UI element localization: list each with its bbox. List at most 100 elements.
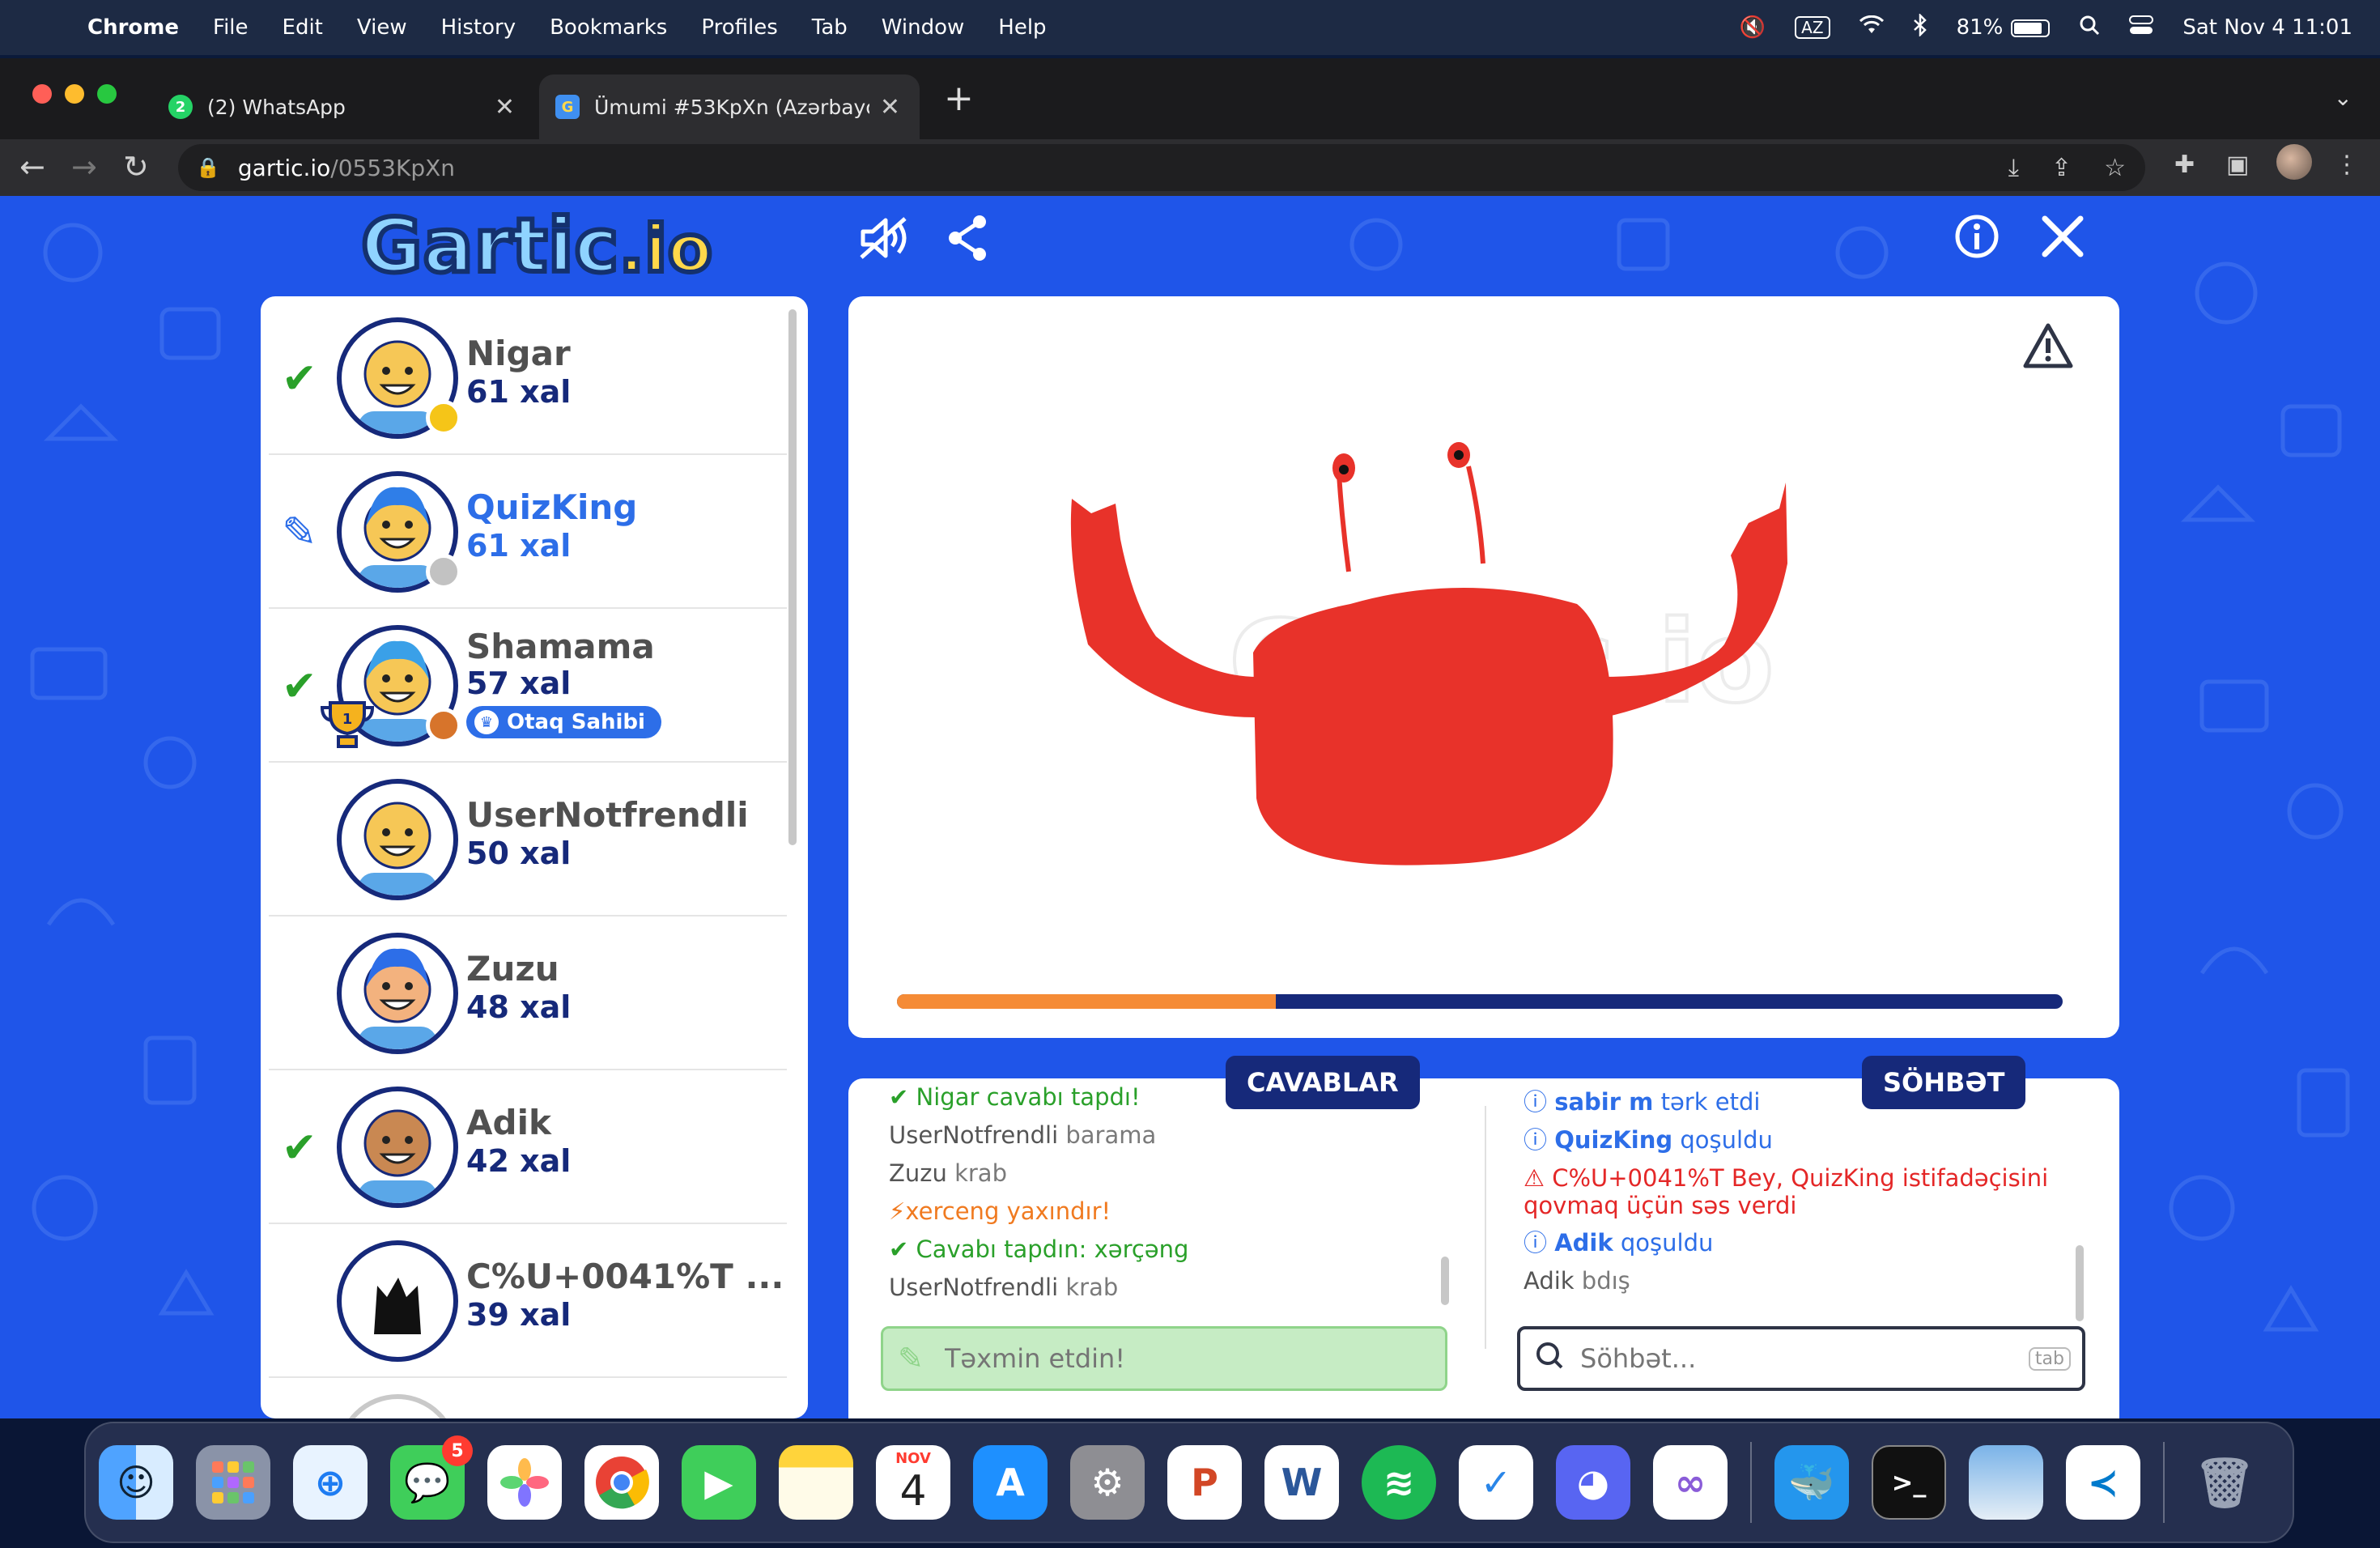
- player-row[interactable]: C%U+0041%T ... 39 xal: [269, 1224, 787, 1378]
- system-settings-gear-icon[interactable]: ⚙: [1070, 1445, 1145, 1520]
- spotify-icon[interactable]: ≋: [1362, 1445, 1436, 1520]
- menu-help[interactable]: Help: [998, 15, 1046, 40]
- menu-window[interactable]: Window: [882, 15, 965, 40]
- lock-icon[interactable]: 🔒: [196, 156, 220, 179]
- facetime-icon[interactable]: ▶: [682, 1445, 756, 1520]
- answers-feed[interactable]: ✔ Nigar cavabı tapdı! UserNotfrendli bara…: [889, 1078, 1456, 1307]
- extensions-puzzle-icon[interactable]: ✚: [2174, 151, 2195, 179]
- message-author: Adik: [1524, 1267, 1575, 1295]
- chrome-icon[interactable]: [584, 1445, 659, 1520]
- player-points: 57 xal: [466, 666, 572, 701]
- photos-icon[interactable]: [487, 1445, 562, 1520]
- player-avatar[interactable]: [337, 1087, 458, 1208]
- player-avatar[interactable]: [337, 779, 458, 900]
- player-list[interactable]: ✔ Nigar 61 xal ✎ QuizKing 61 xal ✔ 1 Shamama 57 x…: [261, 296, 808, 1418]
- sound-muted-icon[interactable]: [858, 214, 910, 266]
- player-avatar[interactable]: [337, 1240, 458, 1362]
- mute-icon[interactable]: 🔇: [1740, 15, 1766, 40]
- new-tab-plus-icon[interactable]: +: [944, 78, 974, 119]
- discord-icon[interactable]: ◕: [1556, 1445, 1630, 1520]
- reload-icon[interactable]: ↻: [123, 149, 149, 185]
- control-center-icon[interactable]: [2129, 15, 2154, 40]
- menu-profiles[interactable]: Profiles: [701, 15, 777, 40]
- share-icon[interactable]: ⇪: [2051, 154, 2072, 182]
- address-bar[interactable]: 🔒 gartic.io/0553KpXn ⤓ ⇪ ☆: [178, 144, 2145, 191]
- window-close-button[interactable]: [32, 84, 52, 104]
- chat-input[interactable]: [1580, 1343, 2082, 1374]
- tab-title: (2) WhatsApp: [207, 95, 346, 119]
- message-author: C%U+0041%T Bey: [1552, 1164, 1776, 1192]
- bluetooth-icon[interactable]: [1913, 12, 1927, 42]
- close-tab-icon[interactable]: ✕: [495, 93, 515, 121]
- battery-status[interactable]: 81%: [1957, 15, 2051, 40]
- menu-bookmarks[interactable]: Bookmarks: [550, 15, 667, 40]
- check-icon: ✔: [889, 1083, 916, 1111]
- menu-view[interactable]: View: [357, 15, 407, 40]
- player-row[interactable]: ✔ 1 Shamama 57 xal ♛ Otaq Sahibi: [269, 609, 787, 763]
- player-row[interactable]: Zuzu 48 xal: [269, 916, 787, 1070]
- player-avatar[interactable]: [337, 1394, 458, 1418]
- chat-input-field[interactable]: tab: [1517, 1326, 2085, 1391]
- menu-file[interactable]: File: [213, 15, 249, 40]
- preview-icon[interactable]: [1969, 1445, 2043, 1520]
- tab-whatsapp[interactable]: 2 (2) WhatsApp ✕: [151, 74, 534, 139]
- docker-icon[interactable]: 🐳: [1774, 1445, 1849, 1520]
- spotlight-search-icon[interactable]: [2079, 15, 2100, 41]
- panel-divider: [1485, 1106, 1486, 1349]
- menu-history[interactable]: History: [441, 15, 516, 40]
- share-icon[interactable]: [946, 214, 989, 266]
- answer-input-field[interactable]: ✎: [881, 1326, 1447, 1391]
- word-icon[interactable]: W: [1264, 1445, 1339, 1520]
- pencil-icon: ✎: [898, 1341, 924, 1376]
- app-store-icon[interactable]: A: [973, 1445, 1048, 1520]
- back-arrow-icon[interactable]: ←: [19, 149, 45, 185]
- forward-arrow-icon[interactable]: →: [71, 149, 97, 185]
- notes-icon[interactable]: [779, 1445, 853, 1520]
- keyboard-layout-indicator[interactable]: AZ: [1795, 16, 1830, 39]
- clock[interactable]: Sat Nov 4 11:01: [2182, 15, 2352, 40]
- side-panel-icon[interactable]: ▣: [2226, 151, 2249, 179]
- search-icon: [1535, 1341, 1564, 1376]
- chat-scrollbar[interactable]: [2076, 1245, 2084, 1321]
- install-app-icon[interactable]: ⤓: [2008, 154, 2019, 182]
- player-row[interactable]: UserNotfrendli 50 xal: [269, 763, 787, 916]
- finder-icon[interactable]: ☺: [99, 1445, 173, 1520]
- player-name: Shamama: [466, 627, 655, 666]
- drawing-canvas[interactable]: Gartic.io: [848, 296, 2119, 1038]
- launchpad-icon[interactable]: [196, 1445, 270, 1520]
- player-list-scrollbar[interactable]: [788, 309, 797, 845]
- menu-app-name[interactable]: Chrome: [87, 15, 179, 40]
- message-text: yaxındır!: [999, 1197, 1111, 1225]
- visual-studio-icon[interactable]: ∞: [1653, 1445, 1728, 1520]
- powerpoint-icon[interactable]: P: [1167, 1445, 1242, 1520]
- trash-icon[interactable]: 🗑: [2187, 1445, 2262, 1520]
- menu-tab[interactable]: Tab: [812, 15, 848, 40]
- player-row[interactable]: ✔ Nigar 61 xal: [269, 301, 787, 455]
- vscode-icon[interactable]: ≺: [2066, 1445, 2140, 1520]
- answer-input[interactable]: [944, 1343, 1445, 1374]
- answers-scrollbar[interactable]: [1441, 1257, 1449, 1305]
- player-avatar[interactable]: [337, 933, 458, 1054]
- window-zoom-button[interactable]: [97, 84, 117, 104]
- mail-app-icon[interactable]: ✓: [1459, 1445, 1533, 1520]
- bookmark-star-icon[interactable]: ☆: [2104, 154, 2126, 182]
- profile-avatar[interactable]: [2276, 144, 2312, 180]
- safari-compass-icon[interactable]: ⊕: [293, 1445, 368, 1520]
- tab-search-chevron-icon[interactable]: ⌄: [2334, 84, 2352, 111]
- chat-header-label: SÖHBƏT: [1862, 1056, 2026, 1109]
- close-tab-icon[interactable]: ✕: [880, 93, 900, 121]
- chat-feed[interactable]: ⓘ sabir m tərk etdi ⓘ QuizKing qoşuldu ⚠ C…: [1524, 1083, 2090, 1312]
- chrome-menu-kebab-icon[interactable]: ⋮: [2335, 151, 2359, 179]
- info-icon[interactable]: [1954, 214, 2000, 262]
- player-row[interactable]: ✔ Adik 42 xal: [269, 1070, 787, 1224]
- calendar-icon[interactable]: NOV 4: [876, 1445, 950, 1520]
- close-icon[interactable]: [2040, 214, 2085, 262]
- wifi-icon[interactable]: [1859, 15, 1884, 40]
- window-minimize-button[interactable]: [65, 84, 84, 104]
- messages-icon[interactable]: 💬 5: [390, 1435, 473, 1520]
- tab-gartic[interactable]: G Ümumi #53KpXn (Azərbaycan ✕: [539, 74, 920, 139]
- terminal-icon[interactable]: >_: [1872, 1445, 1946, 1520]
- player-row[interactable]: ✎ QuizKing 61 xal: [269, 455, 787, 609]
- menu-edit[interactable]: Edit: [283, 15, 323, 40]
- gartic-logo[interactable]: Gartic.io: [359, 200, 715, 291]
